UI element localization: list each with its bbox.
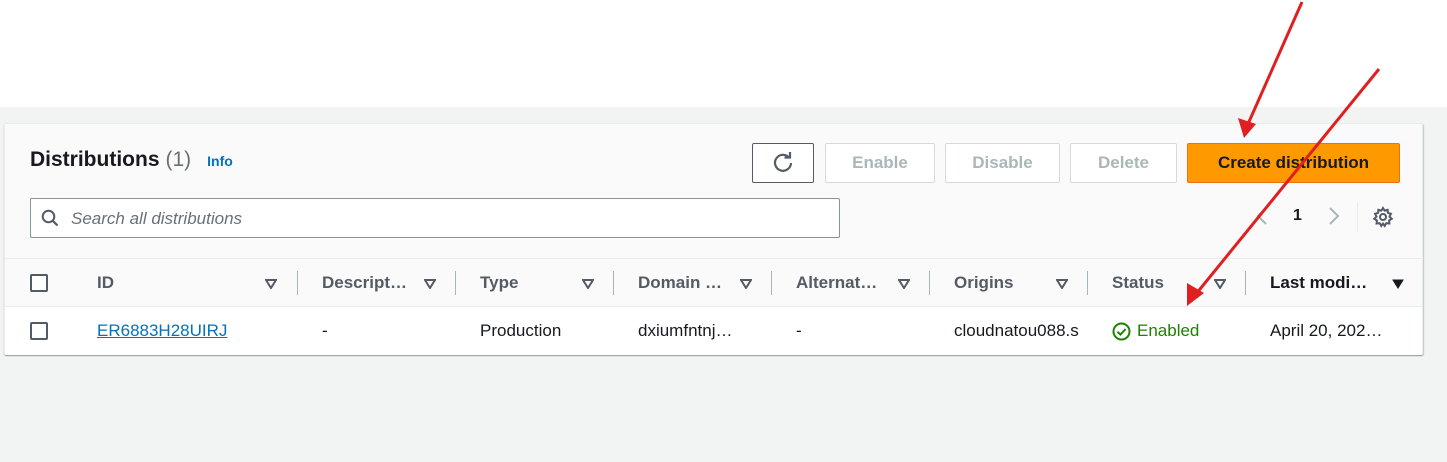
sort-caret-icon[interactable] bbox=[1056, 279, 1068, 289]
column-divider bbox=[1245, 271, 1246, 295]
page-title: Distributions bbox=[30, 148, 160, 171]
status-badge: Enabled bbox=[1112, 321, 1199, 341]
cell-origins: cloudnatou088.s bbox=[954, 321, 1079, 340]
search-input[interactable] bbox=[69, 204, 823, 234]
status-text: Enabled bbox=[1137, 321, 1200, 340]
column-divider bbox=[613, 271, 614, 295]
column-header-type[interactable]: Type bbox=[480, 259, 570, 307]
column-label-status: Status bbox=[1112, 273, 1164, 292]
refresh-button[interactable] bbox=[752, 143, 814, 183]
page-number[interactable]: 1 bbox=[1293, 207, 1302, 225]
distribution-id-link[interactable]: ER6883H28UIRJ bbox=[97, 321, 227, 341]
title-group: Distributions (1) Info bbox=[30, 148, 233, 172]
sort-caret-icon[interactable] bbox=[740, 279, 752, 289]
check-circle-icon bbox=[1112, 322, 1131, 340]
column-header-domain[interactable]: Domain … bbox=[638, 259, 730, 307]
search-icon bbox=[41, 209, 59, 227]
column-divider bbox=[1087, 271, 1088, 295]
column-label-type: Type bbox=[480, 273, 519, 292]
column-label-description: Descript… bbox=[322, 273, 408, 292]
column-label-domain: Domain … bbox=[638, 273, 723, 292]
column-label-id: ID bbox=[97, 273, 114, 292]
column-divider bbox=[297, 271, 298, 295]
column-label-origins: Origins bbox=[954, 273, 1014, 292]
column-header-status[interactable]: Status bbox=[1112, 259, 1204, 307]
previous-page-icon[interactable] bbox=[1255, 206, 1269, 226]
column-label-alternate: Alternat… bbox=[796, 273, 878, 292]
enable-button[interactable]: Enable bbox=[825, 143, 935, 183]
column-header-last-modified[interactable]: Last modi… bbox=[1270, 259, 1378, 307]
column-header-id[interactable]: ID bbox=[97, 259, 287, 307]
sort-caret-icon[interactable] bbox=[898, 279, 910, 289]
pager-divider bbox=[1357, 202, 1358, 232]
table-header: ID Descript… Type Domain … Alternat… Ori… bbox=[5, 259, 1422, 307]
cell-description: - bbox=[322, 321, 328, 340]
column-label-last-modified: Last modi… bbox=[1270, 273, 1368, 292]
column-divider bbox=[929, 271, 930, 295]
select-all-checkbox[interactable] bbox=[30, 274, 48, 292]
next-page-icon[interactable] bbox=[1327, 206, 1341, 226]
column-header-description[interactable]: Descript… bbox=[322, 259, 412, 307]
sort-caret-icon[interactable] bbox=[424, 279, 436, 289]
sort-descending-icon[interactable] bbox=[1392, 279, 1404, 289]
table-row[interactable]: ER6883H28UIRJ - Production dxiumfntnj… -… bbox=[5, 307, 1422, 355]
cell-last-modified: April 20, 202… bbox=[1270, 321, 1383, 340]
panel-header: Distributions (1) Info Enable Disable De… bbox=[5, 124, 1422, 259]
column-header-alternate[interactable]: Alternat… bbox=[796, 259, 888, 307]
disable-button[interactable]: Disable bbox=[945, 143, 1060, 183]
sort-caret-icon[interactable] bbox=[265, 279, 277, 289]
sort-caret-icon[interactable] bbox=[582, 279, 594, 289]
column-header-origins[interactable]: Origins bbox=[954, 259, 1046, 307]
cell-domain: dxiumfntnj… bbox=[638, 321, 733, 340]
cell-type: Production bbox=[480, 321, 562, 340]
distribution-count: (1) bbox=[165, 148, 192, 171]
cell-alternate: - bbox=[796, 321, 802, 340]
cell-id: ER6883H28UIRJ bbox=[97, 307, 297, 355]
gear-icon[interactable] bbox=[1372, 206, 1394, 228]
refresh-icon bbox=[773, 152, 793, 172]
sort-caret-icon[interactable] bbox=[1214, 279, 1226, 289]
column-divider bbox=[455, 271, 456, 295]
info-link[interactable]: Info bbox=[207, 153, 233, 169]
search-box bbox=[30, 198, 840, 238]
row-checkbox[interactable] bbox=[30, 322, 48, 340]
cell-status: Enabled bbox=[1112, 307, 1242, 355]
column-divider bbox=[771, 271, 772, 295]
create-distribution-button[interactable]: Create distribution bbox=[1187, 143, 1400, 183]
distributions-panel: Distributions (1) Info Enable Disable De… bbox=[4, 123, 1423, 355]
delete-button[interactable]: Delete bbox=[1070, 143, 1177, 183]
